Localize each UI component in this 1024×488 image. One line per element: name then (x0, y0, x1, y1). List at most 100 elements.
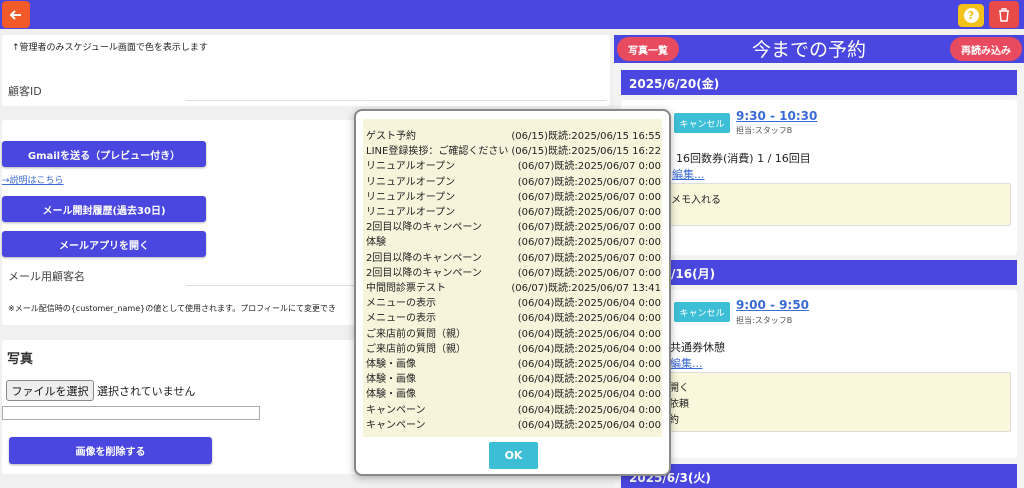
history-title: ご来店前の質問（親） (366, 328, 466, 340)
history-row: 体験 (06/07)既読:2025/06/07 0:00 (366, 233, 661, 248)
delete-button[interactable] (989, 1, 1019, 28)
reservation-date-2: /16(月) (621, 260, 1017, 285)
reservation-memo-1: メモ入れる (660, 183, 1011, 226)
top-nav-bar (0, 0, 1024, 29)
history-date: (06/07)既読:2025/06/07 0:00 (517, 176, 661, 188)
admin-color-note: ↑管理者のみスケジュール画面で色を表示します (12, 43, 208, 53)
history-date: (06/07)既読:2025/06/07 0:00 (517, 267, 661, 279)
reservation-time-link-2[interactable]: 9:00 - 9:50 (736, 298, 809, 312)
history-title: ゲスト予約 (366, 131, 416, 142)
cancel-reservation-button-2[interactable]: キャンセル (674, 302, 730, 322)
history-date: (06/07)既読:2025/06/07 0:00 (517, 222, 661, 234)
history-row: メニューの表示 (06/04)既読:2025/06/04 0:00 (366, 309, 661, 324)
history-row: 体験・画像 (06/04)既読:2025/06/04 0:00 (366, 355, 661, 370)
history-date: (06/07)既読:2025/06/07 0:00 (517, 207, 661, 218)
history-row: 2回目以降のキャンペーン (06/07)既読:2025/06/07 0:00 (366, 218, 661, 233)
history-date: (06/04)既読:2025/06/04 0:00 (517, 328, 661, 340)
reservation-date-3: 2025/6/3(火) (621, 464, 1017, 488)
history-title: リニュアルオープン (366, 161, 456, 173)
history-row: ゲスト予約 (06/15)既読:2025/06/15 16:55 (366, 127, 661, 142)
history-date: (06/07)既読:2025/06/07 0:00 (517, 161, 661, 173)
reservation-staff-2: 担当:スタッフB (736, 316, 793, 325)
history-row: リニュアルオープン (06/07)既読:2025/06/07 0:00 (366, 173, 661, 188)
history-date: (06/04)既読:2025/06/04 0:00 (517, 313, 661, 325)
history-title: 2回目以降のキャンペーン (366, 252, 482, 264)
history-date: (06/04)既読:2025/06/04 0:00 (517, 419, 661, 431)
help-link[interactable]: →説明はこちら (2, 173, 64, 186)
ticket-info-1: 16回数券(消費) 1 / 16回目 (676, 152, 811, 165)
send-gmail-button[interactable]: Gmailを送る（プレビュー付き） (2, 141, 206, 167)
history-row: 体験・画像 (06/04)既読:2025/06/04 0:00 (366, 385, 661, 400)
mail-customer-name-label: メール用顧客名 (8, 270, 85, 283)
history-title: 2回目以降のキャンペーン (366, 267, 482, 279)
arrow-left-icon (10, 9, 21, 20)
edit-link-1[interactable]: 編集... (672, 166, 705, 182)
cancel-reservation-button-1[interactable]: キャンセル (674, 113, 730, 133)
customer-id-label: 顧客ID (8, 85, 42, 98)
trash-icon (999, 7, 1009, 22)
history-title: キャンペーン (366, 404, 426, 416)
memo-text-1: メモ入れる (671, 195, 721, 206)
ticket-info-2: 共通券休憩 (670, 341, 725, 354)
history-row: リニュアルオープン (06/07)既読:2025/06/07 0:00 (366, 188, 661, 203)
back-button[interactable] (2, 1, 30, 28)
history-title: 体験・画像 (366, 374, 416, 386)
memo-line: 開く (669, 383, 689, 394)
memo-line: 依頼 (669, 399, 689, 410)
history-title: メニューの表示 (366, 298, 436, 310)
photo-section-title: 写真 (7, 352, 34, 367)
edit-link-2[interactable]: 編集... (670, 355, 703, 371)
history-title: 体験・画像 (366, 359, 416, 370)
history-row: LINE登録挨拶：ご確認ください (06/15)既読:2025/06/15 16:… (366, 142, 661, 157)
history-row: 2回目以降のキャンペーン (06/07)既読:2025/06/07 0:00 (366, 264, 661, 279)
history-date: (06/04)既読:2025/06/04 0:00 (517, 343, 661, 355)
reservation-staff-1: 担当:スタッフB (736, 126, 793, 135)
mail-open-history-modal: ゲスト予約 (06/15)既読:2025/06/15 16:55 LINE登録挨拶… (354, 109, 671, 476)
history-title: 体験・画像 (366, 389, 416, 401)
help-button[interactable]: ? (958, 4, 984, 27)
delete-image-button[interactable]: 画像を削除する (9, 437, 212, 464)
history-title: 中間問診票テスト (366, 283, 446, 294)
history-title: リニュアルオープン (366, 191, 456, 203)
photo-list-button[interactable]: 写真一覧 (617, 37, 679, 61)
history-row: ご来店前の質問（親） (06/04)既読:2025/06/04 0:00 (366, 340, 661, 355)
history-date: (06/07)既読:2025/06/07 0:00 (517, 252, 661, 264)
reservation-date-1: 2025/6/20(金) (621, 70, 1017, 95)
history-title: ご来店前の質問（親） (366, 343, 466, 355)
open-mail-app-button[interactable]: メールアプリを開く (2, 231, 206, 257)
file-status-text: 選択されていません (97, 385, 196, 398)
reservations-title: 今までの予約 (752, 39, 867, 61)
history-row: メニューの表示 (06/04)既読:2025/06/04 0:00 (366, 294, 661, 309)
history-title: メニューの表示 (366, 313, 436, 325)
history-list: ゲスト予約 (06/15)既読:2025/06/15 16:55 LINE登録挨拶… (363, 119, 662, 437)
history-date: (06/07)既読:2025/06/07 0:00 (517, 191, 661, 203)
history-date: (06/07)既読:2025/06/07 0:00 (517, 237, 661, 249)
history-row: 体験・画像 (06/04)既読:2025/06/04 0:00 (366, 370, 661, 385)
history-row: ご来店前の質問（親） (06/04)既読:2025/06/04 0:00 (366, 325, 661, 340)
history-title: リニュアルオープン (366, 207, 456, 218)
history-date: (06/04)既読:2025/06/04 0:00 (517, 374, 661, 386)
ok-button[interactable]: OK (489, 442, 538, 469)
reservation-memo-2: 開く 依頼 約 (660, 372, 1011, 432)
history-row: 2回目以降のキャンペーン (06/07)既読:2025/06/07 0:00 (366, 249, 661, 264)
choose-file-button[interactable]: ファイルを選択 (6, 380, 94, 401)
history-row: リニュアルオープン (06/07)既読:2025/06/07 0:00 (366, 203, 661, 218)
help-icon: ? (963, 8, 979, 23)
reload-button[interactable]: 再読み込み (950, 37, 1022, 61)
history-title: 体験 (366, 237, 386, 249)
history-date: (06/04)既読:2025/06/04 0:00 (517, 404, 661, 416)
history-date: (06/04)既読:2025/06/04 0:00 (517, 298, 661, 310)
history-row: キャンペーン (06/04)既読:2025/06/04 0:00 (366, 416, 661, 431)
reservation-time-link-1[interactable]: 9:30 - 10:30 (736, 109, 817, 123)
history-date: (06/04)既読:2025/06/04 0:00 (517, 389, 661, 401)
history-date: (06/15)既読:2025/06/15 16:55 (511, 131, 661, 142)
history-row: キャンペーン (06/04)既読:2025/06/04 0:00 (366, 401, 661, 416)
history-title: LINE登録挨拶：ご確認ください (366, 146, 509, 158)
history-title: リニュアルオープン (366, 176, 456, 188)
history-title: 2回目以降のキャンペーン (366, 222, 482, 234)
history-title: キャンペーン (366, 419, 426, 431)
history-date: (06/07)既読:2025/06/07 13:41 (511, 283, 661, 294)
mail-open-history-button[interactable]: メール開封履歴(過去30日) (2, 196, 206, 222)
customer-id-input[interactable] (186, 100, 606, 101)
mail-customer-name-input[interactable] (186, 285, 356, 286)
